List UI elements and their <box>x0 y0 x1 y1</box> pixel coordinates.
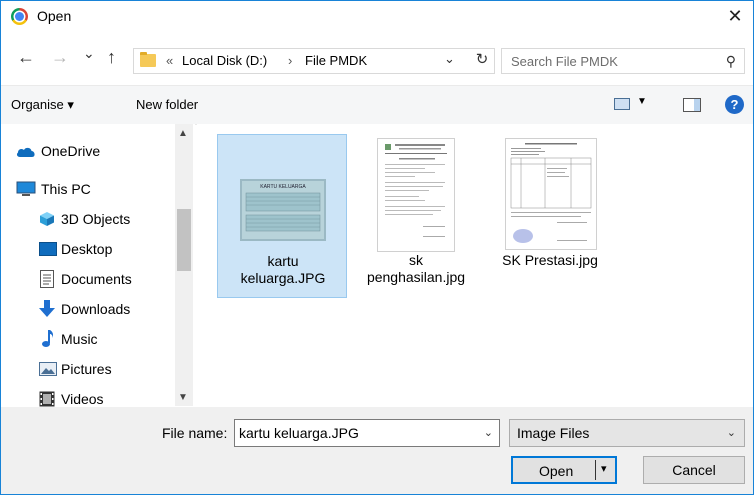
search-box[interactable]: Search File PMDK ⚲ <box>501 48 745 74</box>
forward-button[interactable]: → <box>51 47 69 67</box>
file-name-label: sk penghasilan.jpg <box>366 252 466 285</box>
breadcrumb-local-disk[interactable]: Local Disk (D:) <box>182 53 267 68</box>
file-type-value: Image Files <box>517 425 590 441</box>
document-icon <box>40 270 54 288</box>
back-button[interactable]: ← <box>17 47 35 67</box>
sidebar-item-label: 3D Objects <box>61 211 131 227</box>
sidebar-scrollbar[interactable]: ▲ ▼ <box>175 124 193 406</box>
computer-icon <box>16 181 36 196</box>
file-type-select[interactable]: Image Files ⌄ <box>509 419 745 447</box>
folder-icon <box>140 52 156 67</box>
sidebar-item-downloads[interactable]: Downloads <box>1 296 171 322</box>
sidebar-item-label: This PC <box>41 181 91 197</box>
cloud-icon <box>16 147 35 157</box>
chrome-icon <box>11 8 28 25</box>
desktop-icon <box>39 242 57 256</box>
open-button[interactable]: Open ▾ <box>511 456 617 484</box>
file-name-field[interactable]: kartu keluarga.JPG ⌄ <box>234 419 500 447</box>
scrollbar-thumb[interactable] <box>177 209 191 271</box>
thumb-heading: KARTU KELUARGA <box>260 184 306 190</box>
sidebar-item-label: Desktop <box>61 241 113 257</box>
cube-icon <box>40 212 54 226</box>
file-item-sk-penghasilan[interactable]: sk penghasilan.jpg <box>351 134 481 298</box>
sidebar-item-label: Music <box>61 331 98 347</box>
change-view-icon[interactable] <box>614 98 630 110</box>
image-thumbnail: KARTU KELUARGA <box>240 179 326 241</box>
sidebar-item-label: OneDrive <box>41 143 101 159</box>
pictures-icon <box>39 362 57 376</box>
navigation-pane: OneDrive This PC 3D Objects Desktop Docu… <box>1 124 195 407</box>
refresh-button[interactable]: ↻ <box>469 48 495 74</box>
chevron-down-icon: ▾ <box>601 463 607 475</box>
open-dialog: Open ✕ ← → ⌄ ↑ « Local Disk (D:) › File … <box>0 0 754 495</box>
sidebar-item-pictures[interactable]: Pictures <box>1 356 171 382</box>
music-icon <box>42 330 54 347</box>
sidebar-item-documents[interactable]: Documents <box>1 266 171 292</box>
sidebar-item-desktop[interactable]: Desktop <box>1 236 171 262</box>
breadcrumb-overflow[interactable]: « <box>166 53 173 68</box>
new-folder-button[interactable]: New folder <box>136 97 198 112</box>
sidebar-item-music[interactable]: Music <box>1 326 171 352</box>
cancel-button-label: Cancel <box>672 462 716 478</box>
scroll-up-arrow[interactable]: ▲ <box>178 128 188 139</box>
chevron-down-icon[interactable]: ⌄ <box>727 426 736 439</box>
view-options-dropdown[interactable]: ▼ <box>637 96 647 107</box>
image-thumbnail <box>377 138 455 252</box>
address-bar[interactable]: « Local Disk (D:) › File PMDK ⌄ <box>133 48 495 74</box>
file-name-input[interactable]: kartu keluarga.JPG <box>239 425 359 441</box>
organise-button[interactable]: Organise ▾ <box>11 97 74 113</box>
recent-locations-button[interactable]: ⌄ <box>83 43 95 63</box>
file-name-label: SK Prestasi.jpg <box>502 252 598 268</box>
sidebar-item-label: Downloads <box>61 301 131 317</box>
scroll-down-arrow[interactable]: ▼ <box>178 392 188 403</box>
file-item-sk-prestasi[interactable]: SK Prestasi.jpg <box>485 134 615 298</box>
cancel-button[interactable]: Cancel <box>643 456 745 484</box>
dialog-footer: File name: kartu keluarga.JPG ⌄ Image Fi… <box>1 407 753 494</box>
address-dropdown-icon[interactable]: ⌄ <box>444 51 455 67</box>
title-bar: Open ✕ <box>1 1 753 33</box>
sidebar-item-onedrive[interactable]: OneDrive <box>1 138 171 164</box>
breadcrumb-separator: › <box>288 53 293 68</box>
file-list: KARTU KELUARGA kartu keluarga.JPG sk pen… <box>197 124 753 406</box>
up-button[interactable]: ↑ <box>107 47 116 67</box>
file-name-label: kartu keluarga.JPG <box>240 253 326 286</box>
sidebar-item-label: Pictures <box>61 361 112 377</box>
video-icon <box>39 391 55 407</box>
close-button[interactable]: ✕ <box>717 1 753 33</box>
sidebar-item-this-pc[interactable]: This PC <box>1 176 171 202</box>
search-input[interactable]: Search File PMDK <box>511 54 618 69</box>
window-title: Open <box>37 8 72 24</box>
sidebar-item-label: Videos <box>61 391 104 407</box>
preview-pane-icon[interactable] <box>683 98 701 112</box>
command-bar: Organise ▾ New folder ▼ ? <box>1 85 753 125</box>
file-item-kartu-keluarga[interactable]: KARTU KELUARGA kartu keluarga.JPG <box>217 134 347 298</box>
sidebar-item-3d-objects[interactable]: 3D Objects <box>1 206 171 232</box>
help-icon[interactable]: ? <box>725 95 744 114</box>
open-split-dropdown[interactable]: ▾ <box>595 460 616 480</box>
sidebar-item-label: Documents <box>61 271 132 287</box>
image-thumbnail <box>505 138 597 250</box>
breadcrumb-file-pmdk[interactable]: File PMDK <box>305 53 367 68</box>
navigation-bar: ← → ⌄ ↑ « Local Disk (D:) › File PMDK ⌄ … <box>1 41 753 75</box>
open-button-label: Open <box>539 463 574 479</box>
download-icon <box>39 300 55 317</box>
file-name-field-label: File name: <box>162 425 228 441</box>
chevron-down-icon[interactable]: ⌄ <box>484 426 493 439</box>
search-icon[interactable]: ⚲ <box>726 53 736 70</box>
